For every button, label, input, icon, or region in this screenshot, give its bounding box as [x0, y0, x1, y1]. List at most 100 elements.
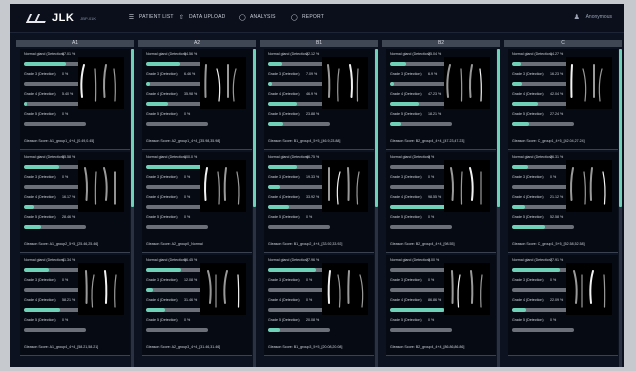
result-card[interactable]: Normal gland (Detection) 55.58 % Grade 3 (…: [20, 152, 130, 253]
tissue-slide-thumbnail[interactable]: [78, 160, 124, 212]
result-card[interactable]: Normal gland (Detection) 0 % Grade 3 (Dete…: [386, 152, 496, 253]
metric-progress-bar: [146, 185, 208, 189]
tissue-slide-thumbnail[interactable]: [444, 263, 490, 315]
result-card[interactable]: Normal gland (Detection) 14.27 % Grade 3 (…: [508, 49, 618, 150]
tissue-slide-thumbnail[interactable]: [322, 160, 368, 212]
nav-label: PATIENT LIST: [139, 14, 174, 20]
tissue-slide-thumbnail[interactable]: [200, 160, 246, 212]
result-card[interactable]: Normal gland (Detection) 77.91 % Grade 3 (…: [508, 255, 618, 356]
result-card[interactable]: Normal gland (Detection) 46.75 % Grade 3 (…: [264, 152, 374, 253]
metric-progress-bar: [146, 102, 208, 106]
progress-fill: [512, 62, 521, 66]
column-scrollbar[interactable]: [497, 49, 500, 367]
metric-progress-bar: [512, 102, 574, 106]
result-card[interactable]: Normal gland (Detection) 25.04 % Grade 3 (…: [386, 49, 496, 150]
progress-fill: [512, 308, 526, 312]
metric-progress-bar: [512, 288, 574, 292]
tissue-slide-thumbnail[interactable]: [566, 57, 612, 109]
progress-fill: [146, 308, 166, 312]
gleason-score: Gleason Score: A2_group0_Normal: [146, 242, 203, 246]
tissue-slide-thumbnail[interactable]: [444, 57, 490, 109]
column-header: C: [504, 40, 622, 47]
result-card[interactable]: Normal gland (Detection) 54.56 % Grade 3 (…: [142, 49, 252, 150]
result-card[interactable]: Normal gland (Detection) 100.0 % Grade 3 (…: [142, 152, 252, 253]
detection-metric: Grade 5 (Detection) 0 %: [146, 318, 208, 334]
detection-metric: Grade 3 (Detection) 0 %: [512, 175, 574, 191]
column-scrollbar[interactable]: [619, 49, 622, 367]
progress-fill: [512, 102, 539, 106]
metric-percentage: 6.9 %: [428, 72, 438, 76]
user-menu[interactable]: ♟ Anonymous: [574, 13, 612, 21]
metric-percentage: 33.92 %: [306, 195, 320, 199]
nav-analysis[interactable]: ◯ ANALYSIS: [239, 14, 276, 21]
metric-percentage: 0 %: [184, 215, 191, 219]
metric-progress-bar: [390, 185, 452, 189]
scrollbar-thumb[interactable]: [375, 49, 378, 207]
scrollbar-thumb[interactable]: [253, 49, 256, 207]
tissue-slide-thumbnail[interactable]: [566, 263, 612, 315]
result-card[interactable]: Normal gland (Detection) 67.01 % Grade 3 (…: [20, 49, 130, 150]
metric-progress-bar: [390, 102, 452, 106]
metric-percentage: 0 %: [428, 215, 435, 219]
metric-progress-bar: [24, 82, 86, 86]
tissue-image-svg: [84, 167, 116, 205]
column-scrollbar[interactable]: [253, 49, 256, 367]
tissue-slide-thumbnail[interactable]: [200, 57, 246, 109]
metric-progress-bar: [268, 225, 330, 229]
metric-label: Normal gland (Detection): [268, 155, 308, 159]
card-divider: [264, 355, 374, 356]
metric-progress-bar: [24, 268, 86, 272]
nav-patient-list[interactable]: ☰ PATIENT LIST: [128, 14, 174, 21]
metric-percentage: 21.12 %: [550, 195, 564, 199]
tissue-slide-thumbnail[interactable]: [322, 263, 368, 315]
gleason-score: Gleason Score: B1_group4_5+5_[46.9,23.88…: [268, 139, 341, 143]
nav-report[interactable]: ◯ REPORT: [291, 14, 324, 21]
detection-metric: Grade 4 (Detection) 98.55 %: [390, 195, 452, 211]
metric-progress-bar: [268, 82, 330, 86]
app-logo[interactable]: JLK JBP-01K: [26, 12, 96, 24]
detection-metric: Grade 5 (Detection) 0 %: [390, 318, 452, 334]
metric-progress-bar: [390, 165, 452, 169]
result-card[interactable]: Normal gland (Detection) 0.00 % Grade 3 (D…: [386, 255, 496, 356]
metric-label: Grade 4 (Detection): [24, 92, 56, 96]
result-card[interactable]: Normal gland (Detection) 56.45 % Grade 3 (…: [142, 255, 252, 356]
metric-label: Grade 5 (Detection): [146, 318, 178, 322]
progress-fill: [512, 122, 529, 126]
user-name: Anonymous: [585, 14, 612, 20]
column-scrollbar[interactable]: [131, 49, 134, 367]
metric-label: Normal gland (Detection): [268, 258, 308, 262]
column-scrollbar[interactable]: [375, 49, 378, 367]
metric-progress-bar: [390, 82, 452, 86]
result-card[interactable]: Normal gland (Detection) 26.31 % Grade 3 (…: [508, 152, 618, 253]
result-card[interactable]: Normal gland (Detection) 41.34 % Grade 3 (…: [20, 255, 130, 356]
result-card[interactable]: Normal gland (Detection) 77.96 % Grade 3 (…: [264, 255, 374, 356]
tissue-slide-thumbnail[interactable]: [444, 160, 490, 212]
progress-fill: [268, 122, 283, 126]
metric-label: Normal gland (Detection): [146, 258, 186, 262]
progress-fill: [24, 102, 28, 106]
detection-metric: Grade 4 (Detection) 5.40 %: [24, 92, 86, 108]
metric-progress-bar: [512, 225, 574, 229]
tissue-slide-thumbnail[interactable]: [566, 160, 612, 212]
tissue-slide-thumbnail[interactable]: [322, 57, 368, 109]
metric-label: Grade 3 (Detection): [146, 175, 178, 179]
metric-progress-bar: [146, 308, 208, 312]
progress-fill: [268, 328, 281, 332]
tissue-slide-thumbnail[interactable]: [200, 263, 246, 315]
tissue-slide-thumbnail[interactable]: [78, 57, 124, 109]
metric-label: Grade 4 (Detection): [24, 195, 56, 199]
scrollbar-thumb[interactable]: [131, 49, 134, 207]
detection-metric: Grade 5 (Detection) 0 %: [390, 215, 452, 231]
tissue-image-svg: [446, 64, 482, 102]
nav-data-upload[interactable]: ⇧ DATA UPLOAD: [178, 14, 225, 21]
scrollbar-thumb[interactable]: [619, 49, 622, 207]
result-card[interactable]: Normal gland (Detection) 22.12 % Grade 3 (…: [264, 49, 374, 150]
upload-icon: ⇧: [178, 14, 185, 21]
metric-percentage: 86.86 %: [428, 298, 442, 302]
scrollbar-thumb[interactable]: [497, 49, 500, 207]
progress-fill: [512, 268, 561, 272]
tissue-slide-thumbnail[interactable]: [78, 263, 124, 315]
top-navigation-bar: JLK JBP-01K ☰ PATIENT LIST ⇧ DATA UPLOAD…: [10, 4, 624, 33]
metric-percentage: 5.40 %: [62, 92, 74, 96]
metric-percentage: 0 %: [62, 112, 69, 116]
